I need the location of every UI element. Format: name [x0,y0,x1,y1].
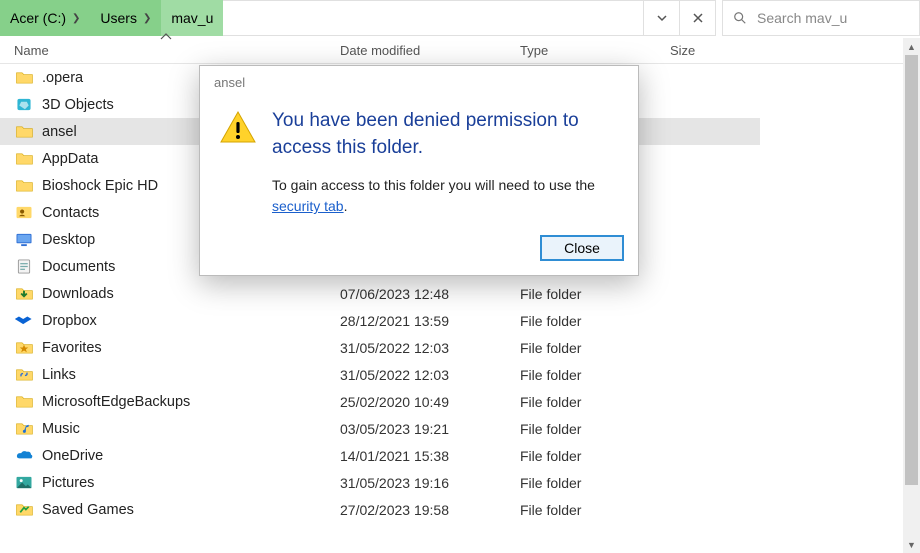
file-row[interactable]: MicrosoftEdgeBackups25/02/2020 10:49File… [0,388,920,415]
file-row[interactable]: Music03/05/2023 19:21File folder [0,415,920,442]
scroll-down-icon[interactable]: ▼ [903,536,920,553]
links-icon [14,365,34,385]
file-row[interactable]: Downloads07/06/2023 12:48File folder [0,280,920,307]
breadcrumb: Acer (C:) ❯ Users ❯ mav_u [0,0,223,36]
file-date: 03/05/2023 19:21 [340,421,520,437]
breadcrumb-current[interactable]: mav_u [161,0,223,36]
saved-icon [14,500,34,520]
file-type: File folder [520,394,581,410]
refresh-close-button[interactable] [679,1,715,35]
file-type: File folder [520,421,581,437]
contacts-icon [14,203,34,223]
file-row[interactable]: Pictures31/05/2023 19:16File folder [0,469,920,496]
file-date: 07/06/2023 12:48 [340,286,520,302]
dialog-text-after: . [344,198,348,214]
file-name: MicrosoftEdgeBackups [42,394,340,410]
breadcrumb-label: Acer (C:) [10,10,66,26]
chevron-right-icon: ❯ [72,13,80,24]
file-row[interactable]: Dropbox28/12/2021 13:59File folder [0,307,920,334]
file-date: 31/05/2023 19:16 [340,475,520,491]
column-type[interactable]: Type [520,43,670,58]
warning-icon [218,108,258,217]
permission-denied-dialog: ansel You have been denied permission to… [199,65,639,276]
file-row[interactable]: Links31/05/2022 12:03File folder [0,361,920,388]
3d-icon [14,95,34,115]
dialog-heading: You have been denied permission to acces… [272,108,618,161]
file-type: File folder [520,448,581,464]
file-date: 27/02/2023 19:58 [340,502,520,518]
file-date: 31/05/2022 12:03 [340,367,520,383]
folder-icon [14,392,34,412]
dialog-title: ansel [200,66,638,90]
file-type: File folder [520,502,581,518]
sort-indicator-icon [160,32,172,43]
search-input[interactable]: Search mav_u [722,0,920,36]
file-date: 31/05/2022 12:03 [340,340,520,356]
folder-icon [14,68,34,88]
breadcrumb-users[interactable]: Users ❯ [90,0,161,36]
dialog-text-before: To gain access to this folder you will n… [272,177,595,193]
breadcrumb-drive[interactable]: Acer (C:) ❯ [0,0,90,36]
file-type: File folder [520,313,581,329]
file-type: File folder [520,367,581,383]
file-type: File folder [520,286,581,302]
file-type: File folder [520,475,581,491]
scroll-up-icon[interactable]: ▲ [903,38,920,55]
file-name: Downloads [42,286,340,302]
close-button[interactable]: Close [540,235,624,261]
fav-icon [14,338,34,358]
column-name[interactable]: Name [14,43,340,58]
folder-icon [14,149,34,169]
file-row[interactable]: Favorites31/05/2022 12:03File folder [0,334,920,361]
history-dropdown-button[interactable] [643,1,679,35]
desktop-icon [14,230,34,250]
security-tab-link[interactable]: security tab [272,198,344,214]
file-name: Pictures [42,475,340,491]
breadcrumb-label: Users [100,10,137,26]
search-icon [733,11,747,25]
file-date: 14/01/2021 15:38 [340,448,520,464]
down-icon [14,284,34,304]
file-name: OneDrive [42,448,340,464]
file-row[interactable]: OneDrive14/01/2021 15:38File folder [0,442,920,469]
column-headers: Name Date modified Type Size [0,38,920,64]
breadcrumb-label: mav_u [171,10,213,26]
address-bar-spacer [223,0,716,36]
column-date[interactable]: Date modified [340,43,520,58]
address-bar: Acer (C:) ❯ Users ❯ mav_u Search mav_u [0,0,920,36]
column-size[interactable]: Size [670,43,695,58]
file-name: Dropbox [42,313,340,329]
file-date: 28/12/2021 13:59 [340,313,520,329]
file-date: 25/02/2020 10:49 [340,394,520,410]
onedrive-icon [14,446,34,466]
chevron-right-icon: ❯ [143,13,151,24]
scrollbar[interactable]: ▲ ▼ [903,38,920,553]
file-name: Saved Games [42,502,340,518]
doc-icon [14,257,34,277]
dialog-message: To gain access to this folder you will n… [272,175,618,217]
search-placeholder: Search mav_u [757,10,847,26]
pic-icon [14,473,34,493]
file-type: File folder [520,340,581,356]
dropbox-icon [14,311,34,331]
file-name: Favorites [42,340,340,356]
music-icon [14,419,34,439]
scroll-thumb[interactable] [905,55,918,485]
folder-icon [14,122,34,142]
file-row[interactable]: Saved Games27/02/2023 19:58File folder [0,496,920,523]
file-name: Music [42,421,340,437]
folder-icon [14,176,34,196]
file-name: Links [42,367,340,383]
